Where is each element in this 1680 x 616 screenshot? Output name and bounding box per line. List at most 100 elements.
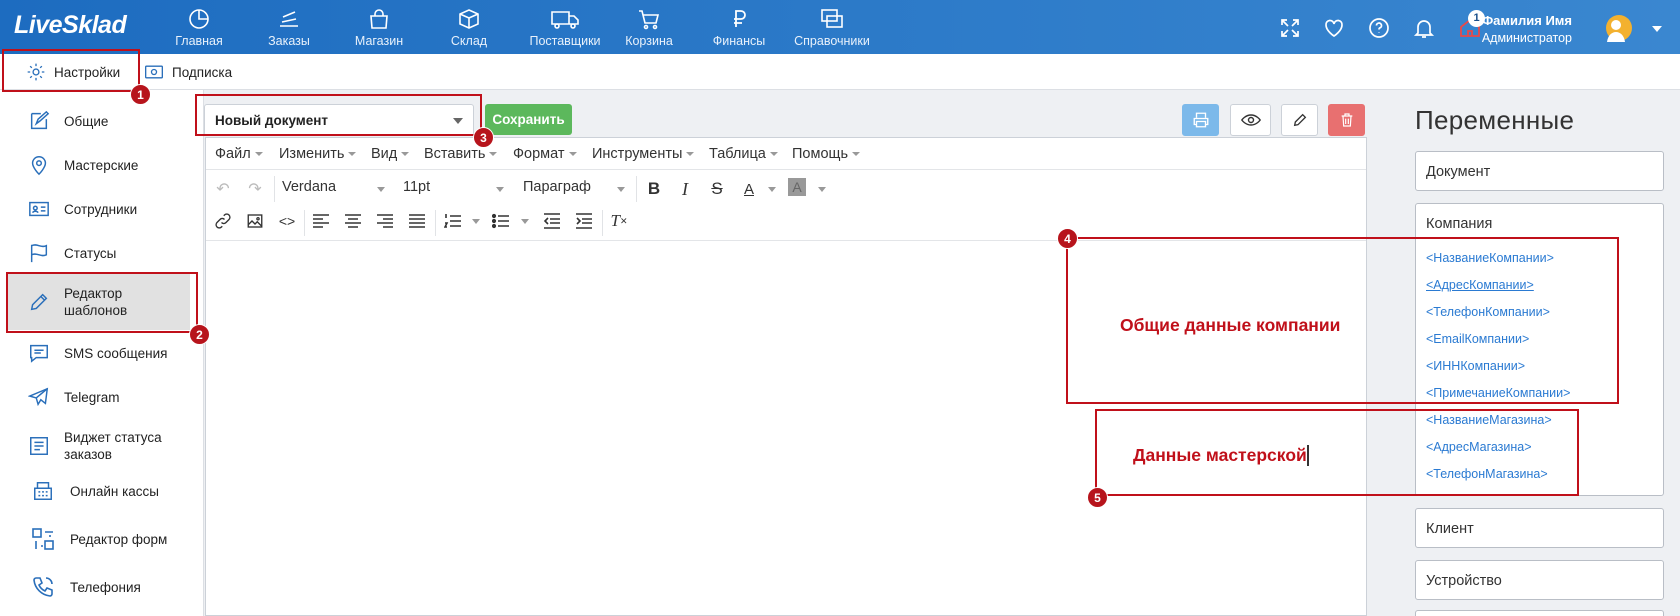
location-icon [31, 156, 47, 176]
telegram-icon [28, 387, 49, 407]
code-icon[interactable]: <> [276, 210, 298, 232]
align-right-icon[interactable] [374, 210, 396, 232]
annotation-number: 3 [473, 127, 494, 148]
undo-icon[interactable]: ↶ [212, 178, 234, 200]
sidebar-item-telegram[interactable]: Telegram [0, 384, 204, 410]
eye-icon [1240, 114, 1261, 126]
id-card-icon [29, 201, 49, 217]
align-justify-icon[interactable] [406, 210, 428, 232]
edit-button[interactable] [1281, 104, 1318, 136]
chevron-down-icon [472, 219, 480, 224]
font-family-select[interactable]: Verdana [282, 179, 336, 195]
sidebar-item-label: Статусы [64, 245, 117, 261]
clear-formatting-icon[interactable]: T ✕ [608, 210, 630, 232]
group-label: Клиент [1426, 521, 1474, 537]
sidebar-item-online-cashboxes[interactable]: Онлайн кассы [0, 478, 204, 504]
nav-label: Заказы [268, 34, 310, 48]
chat-icon [30, 344, 48, 363]
sidebar-item-order-status-widget[interactable]: Виджет статуса заказов [0, 426, 204, 466]
bullet-list-icon[interactable] [490, 210, 512, 232]
numbered-list-icon[interactable] [442, 210, 464, 232]
nav-item-home[interactable]: Главная [151, 8, 247, 48]
ruble-icon [734, 10, 746, 27]
avatar[interactable] [1603, 12, 1635, 44]
variables-group-client[interactable]: Клиент [1415, 508, 1664, 548]
sidebar-item-statuses[interactable]: Статусы [0, 240, 204, 266]
variables-group-next [1415, 610, 1664, 616]
menu-file[interactable]: Файл [215, 146, 263, 162]
toolbar-divider [602, 210, 603, 236]
chevron-down-icon [768, 187, 776, 192]
sidebar-item-form-editor[interactable]: Редактор форм [0, 524, 204, 554]
save-button[interactable]: Сохранить [485, 104, 572, 135]
sidebar-item-sms[interactable]: SMS сообщения [0, 340, 204, 366]
preview-button[interactable] [1230, 104, 1271, 136]
fullscreen-icon[interactable] [1278, 16, 1302, 40]
outdent-icon[interactable] [541, 210, 563, 232]
toolbar-divider [636, 176, 637, 202]
sidebar-item-employees[interactable]: Сотрудники [0, 196, 204, 222]
settings-sidebar: Общие Мастерские Сотрудники Статусы Реда… [0, 90, 204, 616]
link-icon[interactable] [212, 210, 234, 232]
italic-icon[interactable]: I [674, 178, 696, 200]
nav-item-shop[interactable]: Магазин [331, 8, 427, 48]
nav-item-references[interactable]: Справочники [782, 8, 882, 48]
nav-label: Поставщики [529, 34, 601, 48]
menu-help[interactable]: Помощь [792, 146, 860, 162]
toolbar-divider [435, 210, 436, 236]
editor-menubar: Файл Изменить Вид Вставить Формат Инстру… [206, 138, 1366, 170]
form-editor-icon [32, 528, 54, 550]
variables-group-device[interactable]: Устройство [1415, 560, 1664, 600]
block-format-select[interactable]: Параграф [523, 179, 591, 195]
cart-icon [639, 10, 660, 30]
toolbar-divider [274, 176, 275, 202]
sidebar-item-label: Телефония [70, 579, 141, 595]
nav-item-warehouse[interactable]: Склад [421, 8, 517, 48]
menu-insert[interactable]: Вставить [424, 146, 497, 162]
cash-register-icon [34, 482, 52, 500]
bell-icon[interactable] [1412, 16, 1436, 40]
sidebar-item-workshops[interactable]: Мастерские [0, 152, 204, 178]
indent-icon[interactable] [573, 210, 595, 232]
chevron-down-icon[interactable] [1652, 26, 1662, 32]
strikethrough-icon[interactable]: S [706, 178, 728, 200]
sidebar-item-telephony[interactable]: Телефония [0, 572, 204, 602]
text-color-icon[interactable]: A [738, 178, 760, 200]
sidebar-item-label: Общие [64, 113, 109, 129]
font-size-select[interactable]: 11pt [403, 179, 430, 195]
nav-item-orders[interactable]: Заказы [241, 8, 337, 48]
menu-format[interactable]: Формат [513, 146, 577, 162]
variables-panel-title: Переменные [1415, 105, 1575, 135]
nav-item-cart[interactable]: Корзина [601, 8, 697, 48]
delete-button[interactable] [1328, 104, 1365, 136]
nav-label: Корзина [625, 34, 673, 48]
tab-subscription[interactable]: Подписка [144, 54, 232, 90]
variables-group-document[interactable]: Документ [1415, 151, 1664, 191]
user-name[interactable]: Фамилия Имя [1482, 13, 1572, 28]
edit-icon [30, 110, 50, 130]
app-logo[interactable]: LiveSklad [14, 11, 127, 40]
nav-label: Склад [450, 34, 488, 48]
redo-icon[interactable]: ↷ [244, 178, 266, 200]
align-center-icon[interactable] [342, 210, 364, 232]
phone-icon [33, 577, 53, 597]
align-left-icon[interactable] [310, 210, 332, 232]
bold-icon[interactable]: B [643, 178, 665, 200]
sidebar-item-general[interactable]: Общие [0, 108, 204, 134]
menu-table[interactable]: Таблица [709, 146, 778, 162]
menu-edit[interactable]: Изменить [279, 146, 356, 162]
pencil-icon [1293, 113, 1306, 127]
annotation-label-workshop-data: Данные мастерской [1133, 445, 1307, 465]
editor-toolbar-row-1: ↶ ↷ Verdana 11pt Параграф B I S A A [206, 172, 1366, 206]
print-button[interactable] [1182, 104, 1219, 136]
menu-view[interactable]: Вид [371, 146, 409, 162]
image-icon[interactable] [244, 210, 266, 232]
help-icon[interactable] [1367, 16, 1391, 40]
menu-tools[interactable]: Инструменты [592, 146, 694, 162]
chevron-down-icon [377, 187, 385, 192]
annotation-number: 1 [130, 84, 151, 105]
nav-item-finance[interactable]: Финансы [691, 8, 787, 48]
heart-icon[interactable] [1322, 16, 1346, 40]
background-color-icon[interactable]: A [788, 178, 806, 196]
bag-icon [370, 9, 388, 29]
